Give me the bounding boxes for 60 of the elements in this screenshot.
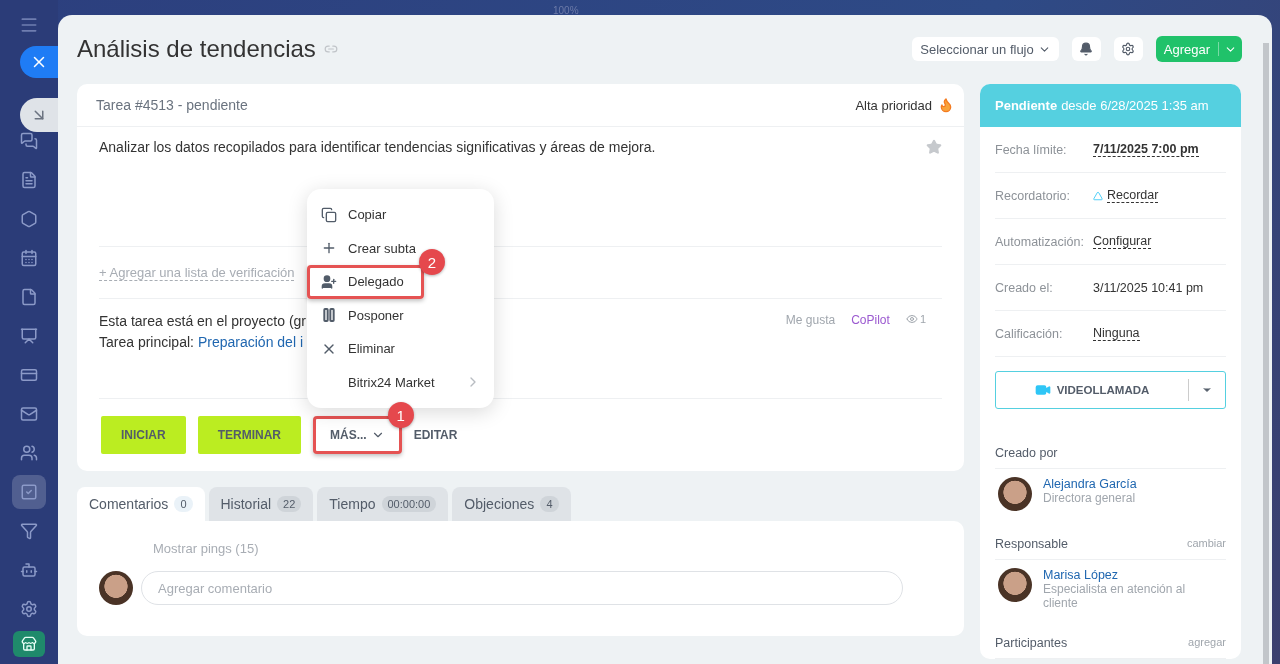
avatar bbox=[998, 477, 1032, 511]
field-label: Recordatorio: bbox=[995, 188, 1072, 203]
avatar bbox=[99, 571, 133, 605]
status-bar: Pendiente desde 6/28/2025 1:35 am bbox=[980, 84, 1241, 127]
field-link[interactable]: 7/11/2025 7:00 pm bbox=[1093, 142, 1199, 157]
parent-label: Tarea principal: bbox=[99, 334, 194, 350]
camera-icon bbox=[1034, 382, 1051, 398]
comment-field[interactable]: Agregar comentario bbox=[141, 571, 903, 605]
menu-item[interactable]: Eliminar bbox=[307, 332, 398, 366]
menu-item[interactable]: Posponer bbox=[307, 298, 407, 332]
star-icon[interactable] bbox=[926, 139, 942, 155]
person-role: Especialista en atención al cliente bbox=[1043, 582, 1187, 610]
views-count: 1 bbox=[905, 313, 926, 325]
action-button[interactable]: INICIAR bbox=[101, 416, 186, 454]
flow-select[interactable]: Seleccionar un flujo bbox=[912, 37, 1059, 61]
video-call-button[interactable]: VIDEOLLAMADA bbox=[995, 371, 1226, 409]
add-user-icon bbox=[321, 273, 337, 290]
action-button[interactable]: TERMINAR bbox=[197, 416, 301, 454]
project-text: Esta tarea está en el proyecto (gr bbox=[99, 313, 306, 329]
store-icon[interactable] bbox=[13, 631, 45, 657]
checkbox-icon[interactable] bbox=[12, 475, 46, 509]
field-label: Calificación: bbox=[995, 326, 1064, 341]
menu-icon[interactable] bbox=[19, 15, 39, 35]
task-description: Analizar los datos recopilados para identificar tendencias significativas y áreas de mejora. bbox=[99, 139, 656, 155]
pause-icon bbox=[321, 307, 337, 324]
person-link[interactable]: Marisa López bbox=[1043, 568, 1213, 582]
close-button[interactable] bbox=[20, 46, 58, 78]
settings-button[interactable] bbox=[1113, 37, 1143, 61]
field-value: 3/11/2025 10:41 pm bbox=[1093, 280, 1204, 295]
field-label: Automatización: bbox=[995, 234, 1085, 249]
section-title: Participantes bbox=[995, 636, 1068, 650]
settings-icon bbox=[1121, 42, 1136, 56]
section-title: Responsable bbox=[995, 537, 1068, 551]
menu-item[interactable]: Crear subta bbox=[307, 231, 419, 265]
person-link[interactable]: Alejandra García bbox=[1043, 477, 1213, 491]
copilot-link[interactable]: CoPilot bbox=[851, 313, 890, 327]
tab[interactable]: Objeciones 4 bbox=[452, 487, 571, 521]
bell-button[interactable] bbox=[1071, 37, 1101, 61]
copy-icon bbox=[321, 206, 337, 223]
minimize-button[interactable] bbox=[20, 98, 58, 132]
field-link[interactable]: Ninguna bbox=[1093, 326, 1140, 341]
field-label: Creado el: bbox=[995, 280, 1054, 295]
field-link[interactable]: Recordar bbox=[1107, 188, 1159, 203]
edit-button[interactable]: EDITAR bbox=[413, 428, 458, 442]
field-link[interactable]: Configurar bbox=[1093, 234, 1152, 249]
step-badge: 2 bbox=[419, 249, 445, 275]
section-title: Creado por bbox=[995, 446, 1058, 460]
menu-item[interactable]: Bitrix24 Market bbox=[307, 365, 494, 399]
page-title: Análisis de tendencias bbox=[77, 35, 316, 63]
menu-item[interactable]: Delegado bbox=[307, 265, 424, 299]
field-label: Fecha límite: bbox=[995, 142, 1068, 157]
priority-label: Alta prioridad bbox=[855, 97, 932, 113]
task-number: Tarea #4513 - pendiente bbox=[96, 97, 248, 113]
tab[interactable]: Historial 22 bbox=[208, 487, 314, 521]
person-role: Directora general bbox=[1043, 491, 1137, 505]
tab[interactable]: Tiempo 00:00:00 bbox=[317, 487, 449, 521]
menu-item[interactable]: Copiar bbox=[307, 198, 390, 232]
tab[interactable]: Comentarios 0 bbox=[77, 487, 205, 521]
parent-task-link[interactable]: Preparación del i bbox=[197, 334, 303, 350]
avatar bbox=[998, 568, 1032, 602]
